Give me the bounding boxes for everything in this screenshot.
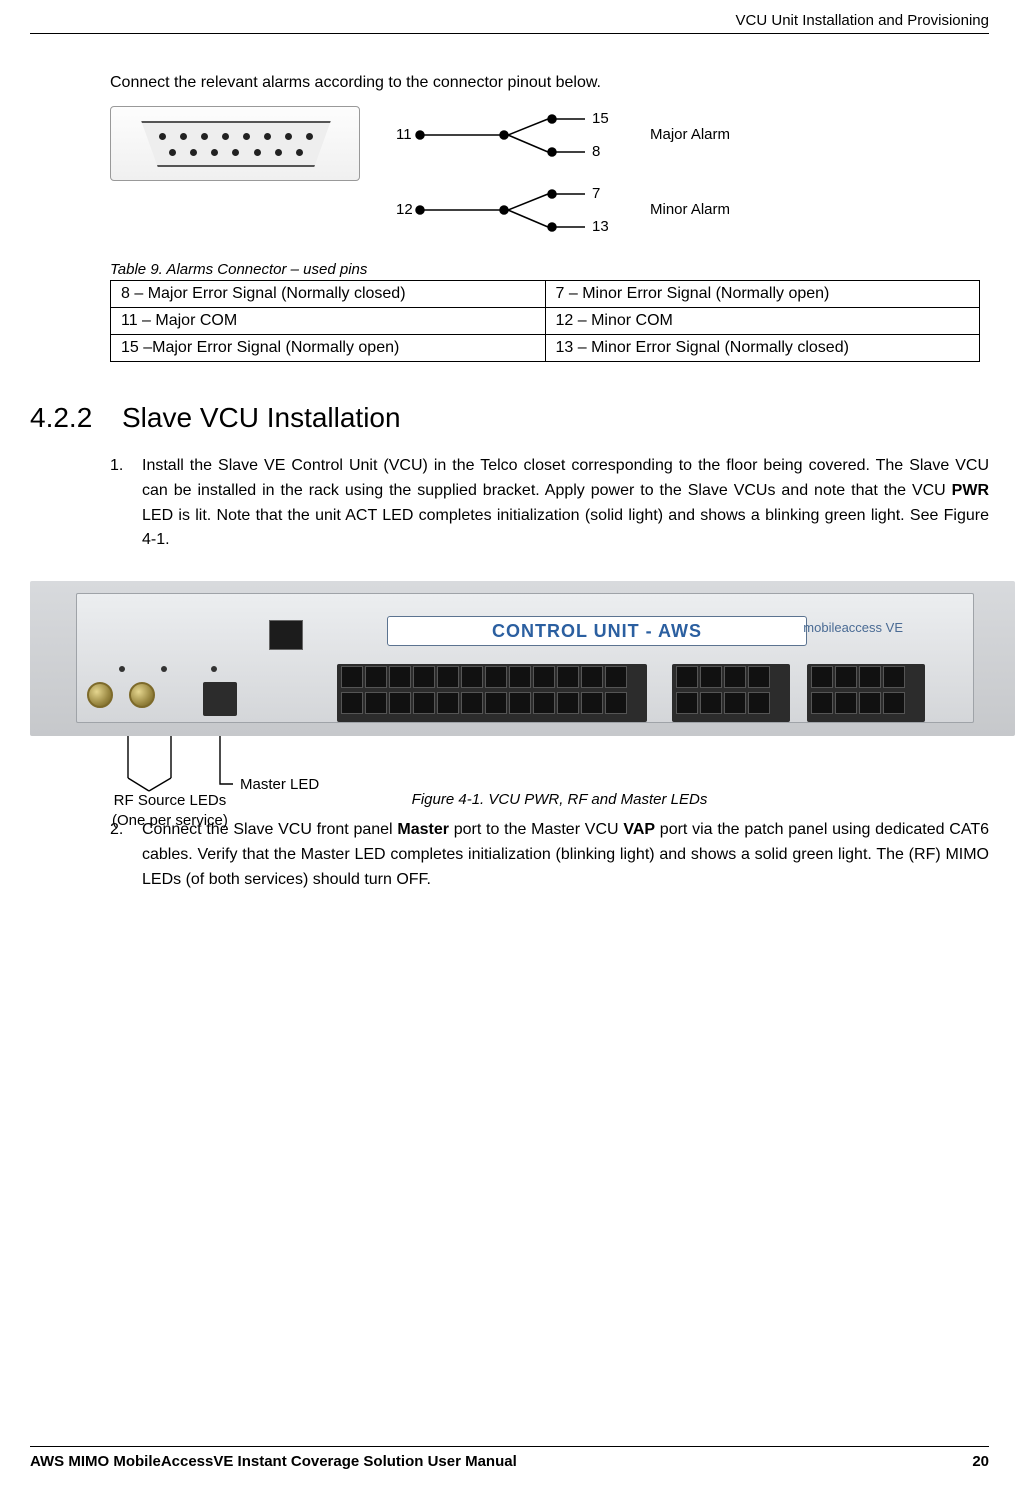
figure-4-1: PWR LED CONTROL UNIT - AWS mobileaccess … xyxy=(30,581,989,808)
pin-12-label: 12 xyxy=(396,201,413,218)
section-number: 4.2.2 xyxy=(30,402,122,434)
page-footer: AWS MIMO MobileAccessVE Instant Coverage… xyxy=(30,1446,989,1470)
table-cell: 15 –Major Error Signal (Normally open) xyxy=(111,335,546,362)
step-1-text-a: Install the Slave VE Control Unit (VCU) … xyxy=(142,457,989,499)
device-brand-label: mobileaccess VE xyxy=(803,620,903,635)
intro-paragraph: Connect the relevant alarms according to… xyxy=(110,74,989,92)
step-2-text-b: port to the Master VCU xyxy=(449,821,623,838)
dsub-connector-image xyxy=(110,106,360,181)
pin-11-label: 11 xyxy=(396,126,412,143)
pin-7-label: 7 xyxy=(592,185,600,202)
master-led xyxy=(211,666,217,672)
table-cell: 11 – Major COM xyxy=(111,308,546,335)
master-port xyxy=(203,682,237,716)
step-2: Connect the Slave VCU front panel Master… xyxy=(110,818,989,892)
device-title-strip: CONTROL UNIT - AWS xyxy=(387,616,807,646)
alarms-pin-table: 8 – Major Error Signal (Normally closed)… xyxy=(110,280,980,362)
coax-port-1 xyxy=(87,682,113,708)
pin-15-label: 15 xyxy=(592,110,609,127)
table-row: 15 –Major Error Signal (Normally open) 1… xyxy=(111,335,980,362)
rf-led-1 xyxy=(119,666,125,672)
master-led-callout: Master LED xyxy=(240,776,319,793)
pin-diagram: 11 15 8 12 7 13 Major Alarm Minor Alarm xyxy=(390,106,790,251)
coax-port-2 xyxy=(129,682,155,708)
rf-source-line1: RF Source LEDs xyxy=(114,792,227,809)
ethernet-ports-b xyxy=(807,664,925,722)
pinout-area: 11 15 8 12 7 13 Major Alarm Minor Alarm xyxy=(110,106,989,251)
section-heading: 4.2.2 Slave VCU Installation xyxy=(30,402,989,434)
step-1-pwr: PWR xyxy=(952,482,989,499)
step-1-text-b: LED is lit. Note that the unit ACT LED c… xyxy=(142,507,989,549)
device-front-panel: CONTROL UNIT - AWS mobileaccess VE xyxy=(76,593,974,723)
major-alarm-label: Major Alarm xyxy=(650,126,730,143)
table-cell: 8 – Major Error Signal (Normally closed) xyxy=(111,281,546,308)
device-photo: CONTROL UNIT - AWS mobileaccess VE xyxy=(30,581,1015,736)
rf-led-2 xyxy=(161,666,167,672)
header-rule xyxy=(30,33,989,34)
pin-8-label: 8 xyxy=(592,143,600,160)
footer-page-number: 20 xyxy=(972,1453,989,1470)
footer-manual-title: AWS MIMO MobileAccessVE Instant Coverage… xyxy=(30,1453,517,1470)
figure-caption: Figure 4-1. VCU PWR, RF and Master LEDs xyxy=(130,791,989,808)
step-2-vap: VAP xyxy=(623,821,655,838)
table-cell: 12 – Minor COM xyxy=(545,308,980,335)
table-cell: 13 – Minor Error Signal (Normally closed… xyxy=(545,335,980,362)
step-2-master: Master xyxy=(397,821,449,838)
ethernet-ports-a xyxy=(672,664,790,722)
management-port xyxy=(269,620,303,650)
table-row: 8 – Major Error Signal (Normally closed)… xyxy=(111,281,980,308)
table-row: 11 – Major COM 12 – Minor COM xyxy=(111,308,980,335)
step-1: Install the Slave VE Control Unit (VCU) … xyxy=(110,454,989,553)
table-caption: Table 9. Alarms Connector – used pins xyxy=(110,261,989,278)
table-cell: 7 – Minor Error Signal (Normally open) xyxy=(545,281,980,308)
pin-13-label: 13 xyxy=(592,218,609,235)
header-chapter-title: VCU Unit Installation and Provisioning xyxy=(30,12,989,29)
section-title: Slave VCU Installation xyxy=(122,402,401,434)
step-2-text-a: Connect the Slave VCU front panel xyxy=(142,821,397,838)
minor-alarm-label: Minor Alarm xyxy=(650,201,730,218)
ve-access-ports xyxy=(337,664,647,722)
